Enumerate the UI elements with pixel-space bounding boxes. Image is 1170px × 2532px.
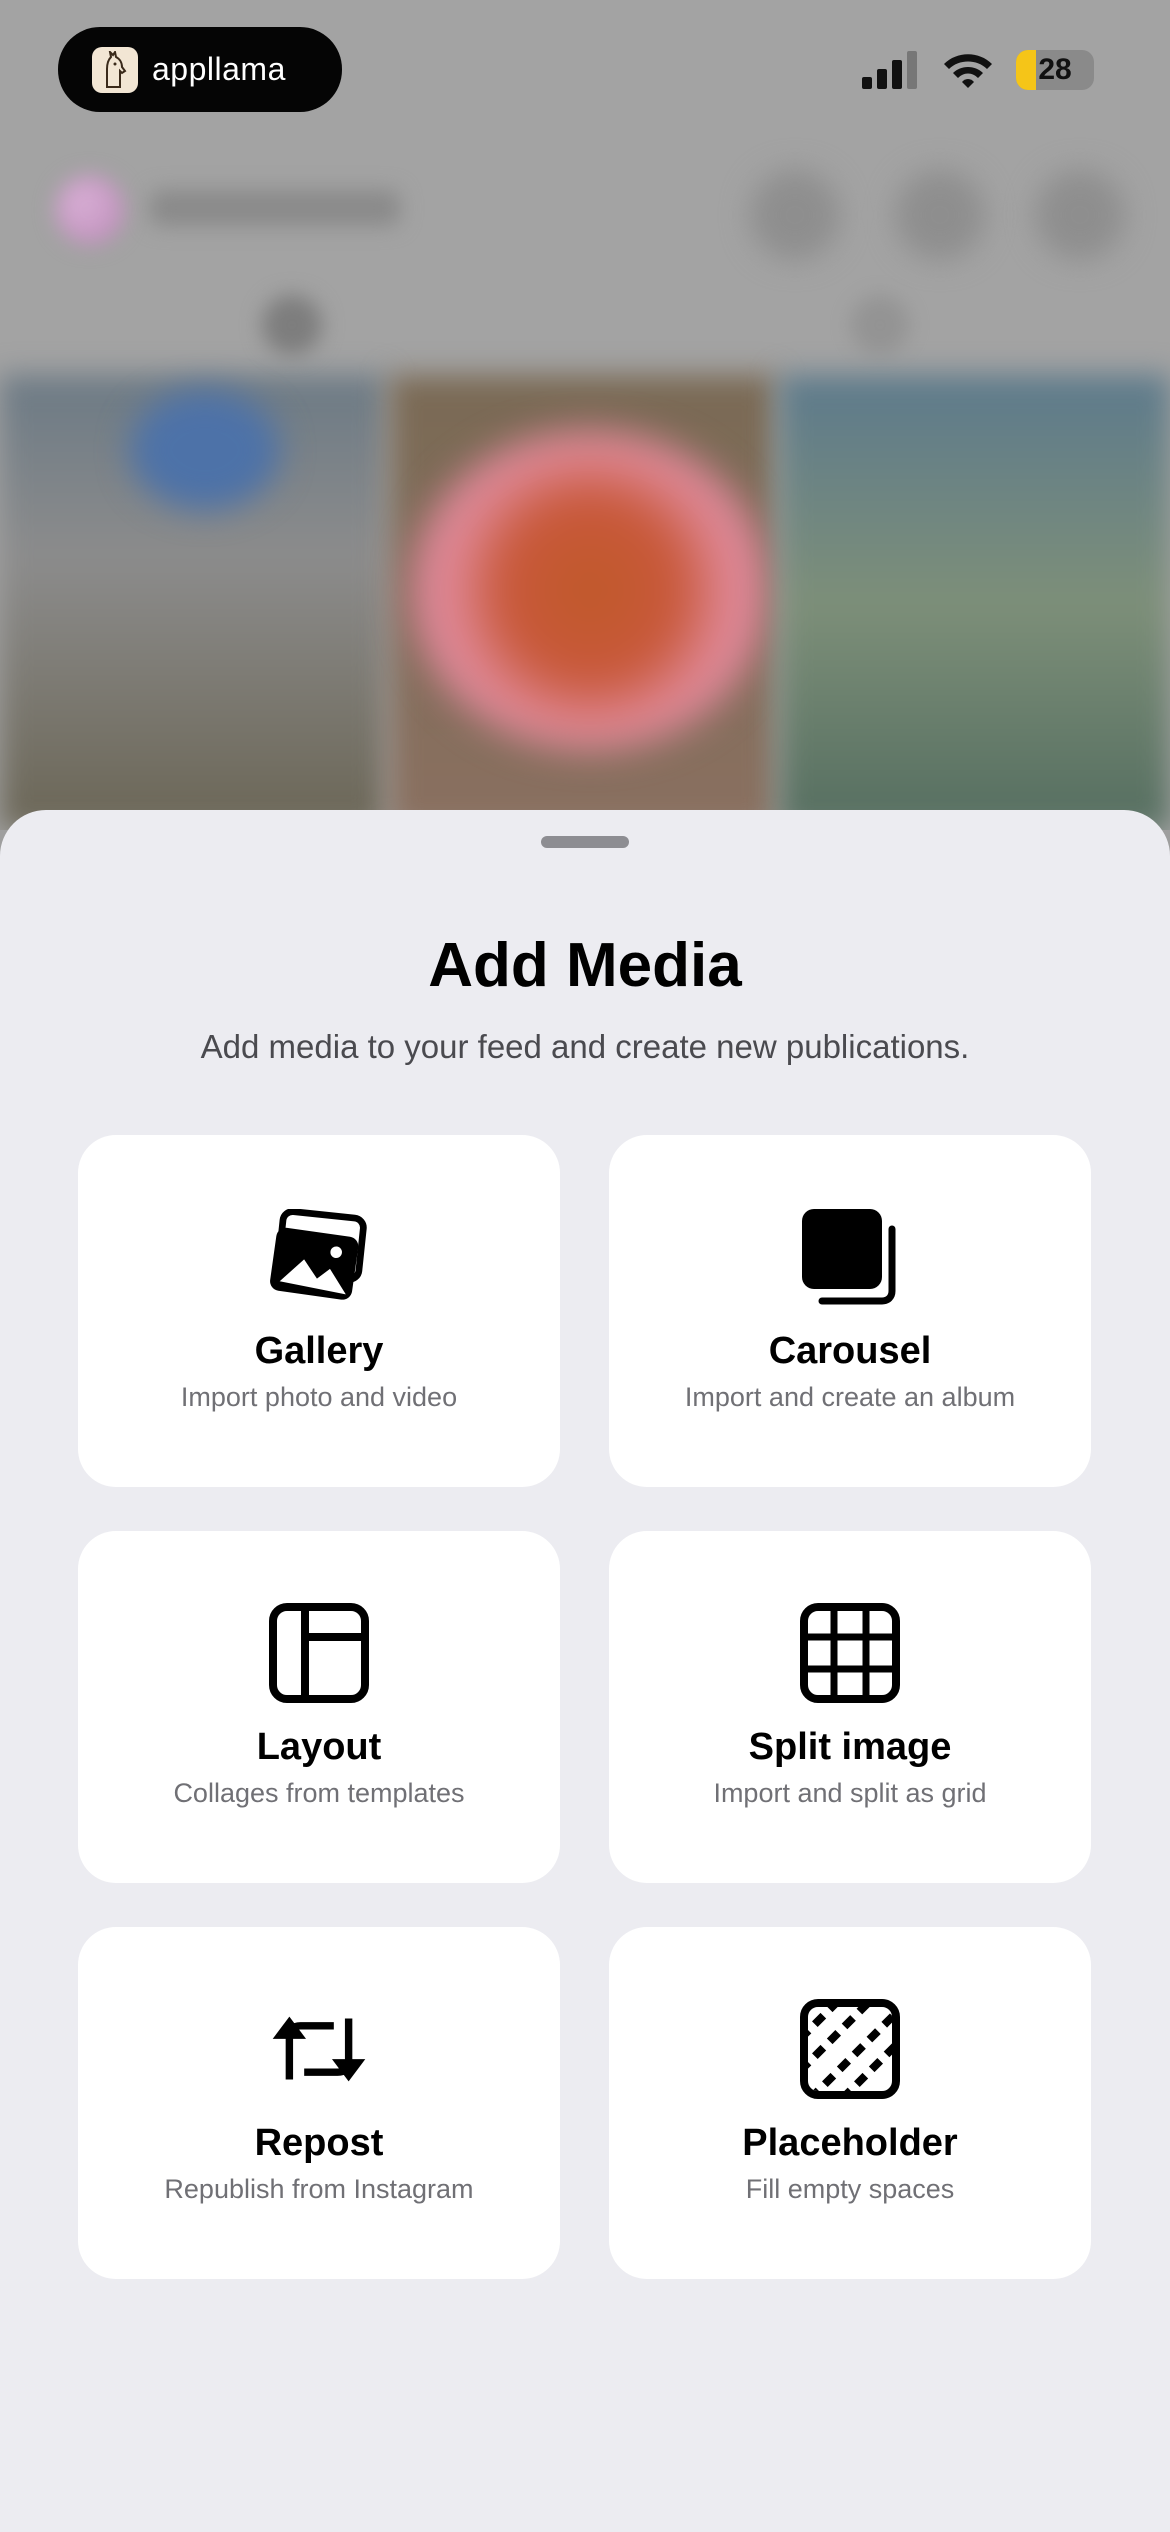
layout-title: Layout [256,1726,382,1768]
gallery-subtitle: Import photo and video [180,1382,458,1412]
split-image-subtitle: Import and split as grid [713,1778,987,1808]
split-image-option-card[interactable]: Split image Import and split as grid [609,1531,1091,1883]
repost-icon [269,1999,369,2099]
cellular-signal-icon [862,51,917,89]
battery-fill [1016,50,1036,90]
carousel-icon [800,1207,900,1307]
gallery-option-card[interactable]: Gallery Import photo and video [78,1135,560,1487]
layout-icon [269,1603,369,1703]
background-tab-icon [262,295,322,355]
background-avatar [55,175,125,245]
layout-subtitle: Collages from templates [173,1778,465,1808]
carousel-option-card[interactable]: Carousel Import and create an album [609,1135,1091,1487]
sheet-title: Add Media [428,931,742,1000]
split-image-title: Split image [748,1726,952,1768]
status-indicators: 28 [862,50,1094,90]
background-account-title [150,190,400,226]
placeholder-title: Placeholder [742,2122,958,2164]
placeholder-icon [800,1999,900,2099]
background-header-icon [895,170,985,260]
split-image-icon [800,1603,900,1703]
gallery-icon [269,1207,369,1307]
sheet-grabber[interactable] [541,836,629,848]
placeholder-subtitle: Fill empty spaces [745,2174,955,2204]
background-tab-icon [850,295,910,355]
brand-name: appllama [152,51,286,87]
battery-icon: 28 [1016,50,1094,90]
gallery-title: Gallery [254,1330,384,1372]
layout-option-card[interactable]: Layout Collages from templates [78,1531,560,1883]
background-photo [780,375,1170,830]
add-media-sheet: Add Media Add media to your feed and cre… [0,810,1170,2532]
background-header-icon [750,170,840,260]
carousel-title: Carousel [768,1330,932,1372]
repost-title: Repost [254,2122,384,2164]
background-photo-detail [130,390,280,510]
repost-subtitle: Republish from Instagram [164,2174,474,2204]
repost-option-card[interactable]: Repost Republish from Instagram [78,1927,560,2279]
battery-level: 28 [1038,53,1072,86]
llama-logo-icon [92,46,138,93]
background-header-icon [1035,170,1125,260]
status-bar: appllama 28 [0,0,1170,140]
placeholder-option-card[interactable]: Placeholder Fill empty spaces [609,1927,1091,2279]
brand-pill: appllama [58,27,342,112]
screen: appllama 28 Add Media Add media to your [0,0,1170,2532]
sheet-subtitle: Add media to your feed and create new pu… [200,1028,970,1065]
carousel-subtitle: Import and create an album [684,1382,1016,1412]
wifi-icon [944,54,992,88]
background-photo-detail [410,430,770,750]
